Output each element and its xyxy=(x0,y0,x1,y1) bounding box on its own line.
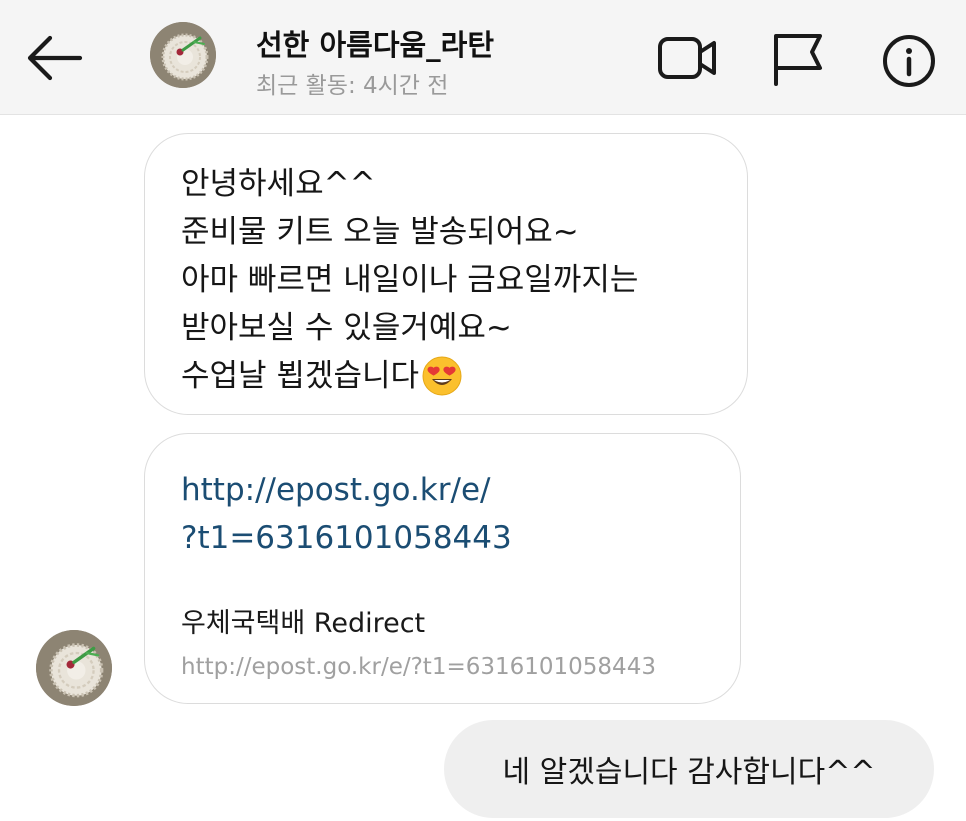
link-preview-title: 우체국택배 Redirect xyxy=(181,608,426,639)
contact-name[interactable]: 선한 아름다움_라탄 xyxy=(256,22,494,64)
flag-icon xyxy=(774,34,822,86)
info-button[interactable] xyxy=(880,32,938,90)
video-call-button[interactable] xyxy=(656,34,720,84)
message-line-last: 수업날 뵙겠습니다 xyxy=(181,352,711,400)
message-line: 아마 빠르면 내일이나 금요일까지는 xyxy=(181,262,639,298)
back-arrow-icon xyxy=(27,35,83,81)
report-button[interactable] xyxy=(770,32,826,86)
message-line-text: 수업날 뵙겠습니다 xyxy=(181,358,420,394)
sender-avatar[interactable] xyxy=(36,630,112,706)
info-icon xyxy=(883,35,935,87)
sent-message-bubble[interactable]: 네 알겠습니다 감사합니다^^ xyxy=(444,720,934,818)
back-button[interactable] xyxy=(22,28,88,88)
link-preview-bubble[interactable]: http://epost.go.kr/e/ ?t1=6316101058443 … xyxy=(144,433,741,704)
message-link-url[interactable]: ?t1=6316101058443 xyxy=(181,514,704,562)
message-link-url[interactable]: http://epost.go.kr/e/ xyxy=(181,466,704,514)
last-active-status: 최근 활동: 4시간 전 xyxy=(256,73,449,99)
rattan-plate-avatar-image xyxy=(36,630,112,706)
video-call-icon xyxy=(658,37,716,79)
message-line: 준비물 키트 오늘 발송되어요~ xyxy=(181,214,579,250)
sent-message-text: 네 알겠습니다 감사합니다^^ xyxy=(502,755,876,790)
chat-header: 선한 아름다움_라탄 최근 활동: 4시간 전 xyxy=(0,0,966,115)
contact-avatar[interactable] xyxy=(150,22,216,88)
received-message-bubble[interactable]: 안녕하세요^^ 준비물 키트 오늘 발송되어요~ 아마 빠르면 내일이나 금요일… xyxy=(144,133,748,415)
link-preview-url: http://epost.go.kr/e/?t1=6316101058443 xyxy=(181,654,656,680)
message-line: 받아보실 수 있을거예요~ xyxy=(181,310,512,346)
heart-eyes-emoji-icon xyxy=(422,356,462,396)
rattan-plate-avatar-image xyxy=(150,22,216,88)
message-line: 안녕하세요^^ xyxy=(181,166,376,202)
